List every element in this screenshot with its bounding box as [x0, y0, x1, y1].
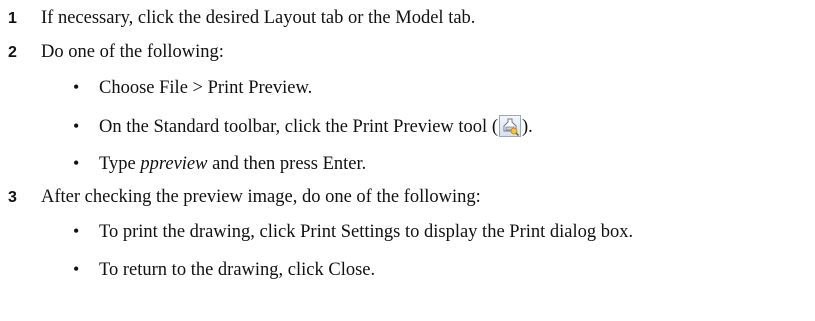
- bullet-text-after-icon: ).: [521, 117, 533, 137]
- step-3-bullet-2: • To return to the drawing, click Close.: [73, 259, 375, 281]
- bullet-text: Choose File > Print Preview.: [99, 78, 313, 98]
- step-2: 2 Do one of the following:: [8, 42, 224, 63]
- step-1: 1 If necessary, click the desired Layout…: [8, 8, 475, 29]
- step-text: Do one of the following:: [41, 42, 224, 62]
- step-2-bullet-3: • Type ppreview and then press Enter.: [73, 153, 366, 175]
- bullet-glyph: •: [73, 221, 80, 241]
- print-preview-icon: [498, 115, 521, 137]
- bullet-text: Type ppreview and then press Enter.: [99, 154, 366, 175]
- step-number: 3: [8, 189, 17, 206]
- step-3-bullet-1: • To print the drawing, click Print Sett…: [73, 221, 633, 243]
- bullet-glyph: •: [73, 116, 80, 136]
- bullet-glyph: •: [73, 77, 80, 97]
- step-number: 2: [8, 44, 17, 61]
- step-2-bullet-2: • On the Standard toolbar, click the Pri…: [73, 115, 533, 138]
- step-2-bullet-1: • Choose File > Print Preview.: [73, 77, 312, 99]
- bullet-text-after-command: and then press Enter.: [207, 154, 367, 174]
- bullet-text: To return to the drawing, click Close.: [99, 260, 376, 280]
- command-name: ppreview: [140, 154, 208, 174]
- bullet-text: To print the drawing, click Print Settin…: [99, 222, 634, 242]
- bullet-text-before-command: Type: [99, 154, 141, 174]
- step-text: After checking the preview image, do one…: [41, 187, 481, 207]
- bullet-text-before-icon: On the Standard toolbar, click the Print…: [99, 117, 498, 137]
- bullet-glyph: •: [73, 259, 80, 279]
- bullet-glyph: •: [73, 153, 80, 173]
- step-text: If necessary, click the desired Layout t…: [41, 8, 476, 28]
- instructions-document: 1 If necessary, click the desired Layout…: [0, 0, 815, 321]
- step-number: 1: [8, 10, 17, 27]
- bullet-text: On the Standard toolbar, click the Print…: [99, 115, 533, 138]
- step-3: 3 After checking the preview image, do o…: [8, 187, 481, 208]
